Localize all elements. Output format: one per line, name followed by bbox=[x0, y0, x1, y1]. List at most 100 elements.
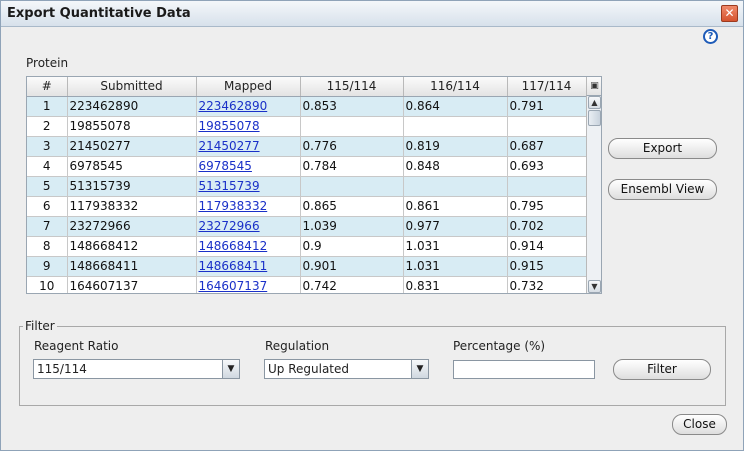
ratio-116-114-cell[interactable]: 0.831 bbox=[403, 276, 508, 293]
export-button[interactable]: Export bbox=[608, 138, 717, 159]
table-row[interactable]: 5 51315739 51315739 bbox=[27, 176, 587, 197]
help-icon[interactable]: ? bbox=[703, 29, 718, 44]
mapped-link[interactable]: 164607137 bbox=[199, 279, 268, 293]
ratio-115-114-cell[interactable]: 0.865 bbox=[300, 196, 404, 217]
row-index-cell[interactable]: 3 bbox=[27, 136, 68, 157]
ratio-115-114-cell[interactable] bbox=[300, 116, 404, 137]
ratio-116-114-cell[interactable]: 1.031 bbox=[403, 256, 508, 277]
regulation-select[interactable]: Up Regulated ▼ bbox=[264, 359, 429, 379]
mapped-link[interactable]: 6978545 bbox=[199, 159, 252, 173]
ratio-115-114-cell[interactable] bbox=[300, 176, 404, 197]
submitted-cell[interactable]: 19855078 bbox=[67, 116, 197, 137]
ratio-117-114-cell[interactable]: 0.687 bbox=[507, 136, 587, 157]
ratio-116-114-cell[interactable] bbox=[403, 176, 508, 197]
ratio-117-114-cell[interactable]: 0.693 bbox=[507, 156, 587, 177]
row-index-cell[interactable]: 1 bbox=[27, 96, 68, 117]
filter-button[interactable]: Filter bbox=[613, 359, 711, 380]
row-index-cell[interactable]: 4 bbox=[27, 156, 68, 177]
ratio-116-114-cell[interactable]: 1.031 bbox=[403, 236, 508, 257]
ratio-117-114-cell[interactable]: 0.702 bbox=[507, 216, 587, 237]
table-row[interactable]: 8 148668412 148668412 0.9 1.031 0.914 bbox=[27, 236, 587, 257]
row-index-cell[interactable]: 8 bbox=[27, 236, 68, 257]
column-header-mapped[interactable]: Mapped bbox=[196, 77, 301, 97]
mapped-link[interactable]: 51315739 bbox=[199, 179, 260, 193]
table-row[interactable]: 2 19855078 19855078 bbox=[27, 116, 587, 137]
chevron-down-icon[interactable]: ▼ bbox=[411, 360, 428, 378]
mapped-link[interactable]: 148668411 bbox=[199, 259, 268, 273]
ratio-116-114-cell[interactable]: 0.864 bbox=[403, 96, 508, 117]
mapped-cell[interactable]: 23272966 bbox=[196, 216, 301, 237]
column-header-117-114[interactable]: 117/114 bbox=[507, 77, 587, 97]
mapped-cell[interactable]: 19855078 bbox=[196, 116, 301, 137]
ratio-116-114-cell[interactable]: 0.861 bbox=[403, 196, 508, 217]
mapped-cell[interactable]: 148668412 bbox=[196, 236, 301, 257]
ratio-116-114-cell[interactable]: 0.819 bbox=[403, 136, 508, 157]
mapped-link[interactable]: 223462890 bbox=[199, 99, 268, 113]
column-chooser-icon[interactable]: ▣ bbox=[586, 77, 601, 96]
mapped-cell[interactable]: 51315739 bbox=[196, 176, 301, 197]
column-header-116-114[interactable]: 116/114 bbox=[403, 77, 508, 97]
reagent-ratio-select[interactable]: 115/114 ▼ bbox=[33, 359, 240, 379]
ratio-115-114-cell[interactable]: 1.039 bbox=[300, 216, 404, 237]
submitted-cell[interactable]: 23272966 bbox=[67, 216, 197, 237]
submitted-cell[interactable]: 51315739 bbox=[67, 176, 197, 197]
row-index-cell[interactable]: 7 bbox=[27, 216, 68, 237]
submitted-cell[interactable]: 148668411 bbox=[67, 256, 197, 277]
column-header-submitted[interactable]: Submitted bbox=[67, 77, 197, 97]
row-index-cell[interactable]: 9 bbox=[27, 256, 68, 277]
submitted-cell[interactable]: 148668412 bbox=[67, 236, 197, 257]
percentage-input[interactable] bbox=[453, 360, 595, 379]
submitted-cell[interactable]: 117938332 bbox=[67, 196, 197, 217]
submitted-cell[interactable]: 223462890 bbox=[67, 96, 197, 117]
close-icon[interactable]: ✕ bbox=[721, 5, 738, 22]
mapped-link[interactable]: 21450277 bbox=[199, 139, 260, 153]
ratio-117-114-cell[interactable]: 0.795 bbox=[507, 196, 587, 217]
table-row[interactable]: 4 6978545 6978545 0.784 0.848 0.693 bbox=[27, 156, 587, 177]
row-index-cell[interactable]: 10 bbox=[27, 276, 68, 293]
table-row[interactable]: 1 223462890 223462890 0.853 0.864 0.791 bbox=[27, 96, 587, 117]
mapped-cell[interactable]: 223462890 bbox=[196, 96, 301, 117]
ratio-117-114-cell[interactable] bbox=[507, 176, 587, 197]
ratio-117-114-cell[interactable]: 0.915 bbox=[507, 256, 587, 277]
vertical-scrollbar[interactable]: ▲ ▼ bbox=[586, 96, 601, 293]
table-row[interactable]: 9 148668411 148668411 0.901 1.031 0.915 bbox=[27, 256, 587, 277]
ratio-117-114-cell[interactable] bbox=[507, 116, 587, 137]
submitted-cell[interactable]: 21450277 bbox=[67, 136, 197, 157]
mapped-link[interactable]: 23272966 bbox=[199, 219, 260, 233]
mapped-cell[interactable]: 6978545 bbox=[196, 156, 301, 177]
ratio-115-114-cell[interactable]: 0.853 bbox=[300, 96, 404, 117]
mapped-cell[interactable]: 148668411 bbox=[196, 256, 301, 277]
table-row[interactable]: 10 164607137 164607137 0.742 0.831 0.732 bbox=[27, 276, 587, 293]
mapped-link[interactable]: 117938332 bbox=[199, 199, 268, 213]
submitted-cell[interactable]: 164607137 bbox=[67, 276, 197, 293]
mapped-cell[interactable]: 21450277 bbox=[196, 136, 301, 157]
ratio-117-114-cell[interactable]: 0.791 bbox=[507, 96, 587, 117]
ratio-115-114-cell[interactable]: 0.901 bbox=[300, 256, 404, 277]
ratio-115-114-cell[interactable]: 0.742 bbox=[300, 276, 404, 293]
ensembl-view-button[interactable]: Ensembl View bbox=[608, 179, 717, 200]
ratio-116-114-cell[interactable]: 0.848 bbox=[403, 156, 508, 177]
table-row[interactable]: 3 21450277 21450277 0.776 0.819 0.687 bbox=[27, 136, 587, 157]
scroll-down-arrow[interactable]: ▼ bbox=[588, 280, 601, 293]
ratio-115-114-cell[interactable]: 0.784 bbox=[300, 156, 404, 177]
chevron-down-icon[interactable]: ▼ bbox=[222, 360, 239, 378]
ratio-116-114-cell[interactable]: 0.977 bbox=[403, 216, 508, 237]
column-header-index[interactable]: # bbox=[27, 77, 68, 97]
close-button[interactable]: Close bbox=[672, 414, 727, 435]
table-row[interactable]: 7 23272966 23272966 1.039 0.977 0.702 bbox=[27, 216, 587, 237]
scroll-up-arrow[interactable]: ▲ bbox=[588, 96, 601, 109]
scroll-thumb[interactable] bbox=[588, 110, 601, 126]
ratio-117-114-cell[interactable]: 0.732 bbox=[507, 276, 587, 293]
ratio-115-114-cell[interactable]: 0.9 bbox=[300, 236, 404, 257]
ratio-115-114-cell[interactable]: 0.776 bbox=[300, 136, 404, 157]
table-row[interactable]: 6 117938332 117938332 0.865 0.861 0.795 bbox=[27, 196, 587, 217]
mapped-link[interactable]: 19855078 bbox=[199, 119, 260, 133]
row-index-cell[interactable]: 2 bbox=[27, 116, 68, 137]
row-index-cell[interactable]: 6 bbox=[27, 196, 68, 217]
column-header-115-114[interactable]: 115/114 bbox=[300, 77, 404, 97]
mapped-cell[interactable]: 117938332 bbox=[196, 196, 301, 217]
row-index-cell[interactable]: 5 bbox=[27, 176, 68, 197]
mapped-cell[interactable]: 164607137 bbox=[196, 276, 301, 293]
mapped-link[interactable]: 148668412 bbox=[199, 239, 268, 253]
ratio-116-114-cell[interactable] bbox=[403, 116, 508, 137]
